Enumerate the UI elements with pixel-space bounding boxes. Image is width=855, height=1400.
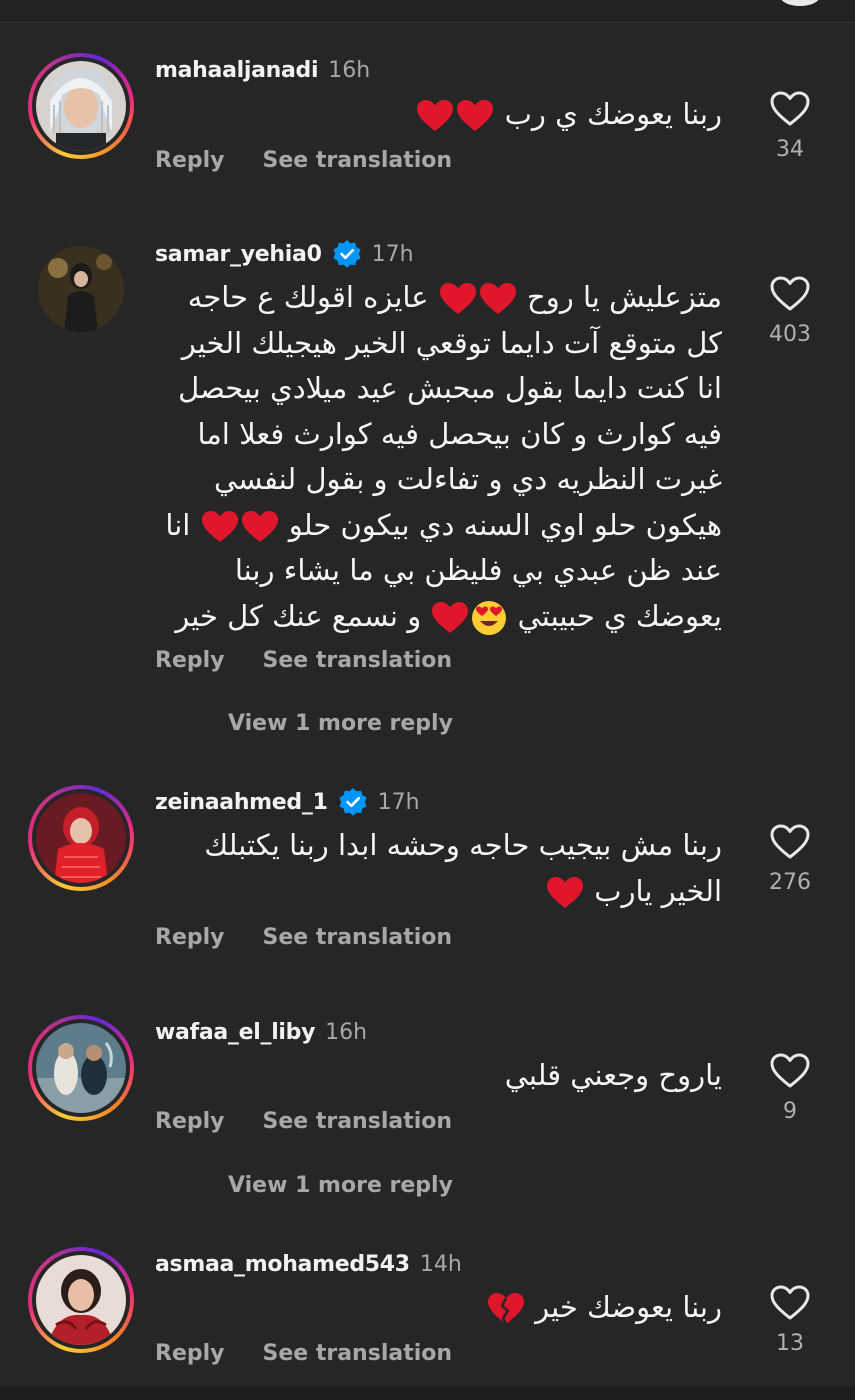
avatar-story-ring[interactable] xyxy=(28,1015,134,1121)
heart-outline-icon[interactable] xyxy=(770,1053,810,1089)
comment-timestamp: 16h xyxy=(328,57,371,83)
see-translation-button[interactable]: See translation xyxy=(263,1341,453,1366)
comment-timestamp: 17h xyxy=(371,241,414,267)
comment-username[interactable]: asmaa_mohamed543 xyxy=(155,1252,410,1277)
avatar[interactable] xyxy=(38,246,124,332)
heart-outline-icon[interactable] xyxy=(770,276,810,312)
avatar xyxy=(36,61,126,151)
heart-outline-icon[interactable] xyxy=(770,824,810,860)
heart-eyes-emoji-icon xyxy=(472,600,507,635)
see-translation-button[interactable]: See translation xyxy=(263,1109,453,1134)
view-more-replies-button[interactable]: View 1 more reply xyxy=(228,711,453,736)
red-heart-emoji-icon xyxy=(546,876,583,908)
verified-badge-icon xyxy=(332,240,361,268)
reply-button[interactable]: Reply xyxy=(155,1109,225,1134)
broken-heart-emoji-icon xyxy=(487,1293,524,1325)
see-translation-button[interactable]: See translation xyxy=(263,648,453,673)
like-count: 9 xyxy=(783,1099,797,1124)
reply-button[interactable]: Reply xyxy=(155,925,225,950)
avatar-story-ring[interactable] xyxy=(28,785,134,891)
comment-text: متزعليش يا روح عايزه اقولك ع حاجه كل متو… xyxy=(142,275,722,639)
comment-username[interactable]: samar_yehia0 xyxy=(155,242,322,267)
top-bar xyxy=(0,0,855,23)
avatar xyxy=(36,793,126,883)
heart-outline-icon[interactable] xyxy=(770,91,810,127)
bottom-edge xyxy=(0,1386,855,1400)
heart-outline-icon[interactable] xyxy=(770,1285,810,1321)
red-heart-emoji-icon xyxy=(432,601,469,633)
like-count: 34 xyxy=(776,137,804,162)
comment-timestamp: 14h xyxy=(419,1251,462,1277)
avatar xyxy=(36,1023,126,1113)
like-count: 276 xyxy=(769,870,811,895)
top-edge-glyph xyxy=(780,0,820,6)
red-heart-emoji-icon xyxy=(439,283,476,314)
view-more-replies-button[interactable]: View 1 more reply xyxy=(228,1173,453,1198)
comment-username[interactable]: zeinaahmed_1 xyxy=(155,790,328,815)
like-count: 403 xyxy=(769,322,811,347)
red-heart-emoji-icon xyxy=(241,510,278,542)
avatar-story-ring[interactable] xyxy=(28,53,134,159)
comment-username[interactable]: mahaaljanadi xyxy=(155,58,319,83)
red-heart-emoji-icon xyxy=(417,100,454,131)
verified-badge-icon xyxy=(338,788,367,816)
comment-text: ياروح وجعني قلبي xyxy=(504,1058,722,1092)
see-translation-button[interactable]: See translation xyxy=(263,148,453,173)
comment-timestamp: 16h xyxy=(325,1019,368,1045)
reply-button[interactable]: Reply xyxy=(155,1341,225,1366)
red-heart-emoji-icon xyxy=(201,510,238,542)
see-translation-button[interactable]: See translation xyxy=(263,925,453,950)
comment-username[interactable]: wafaa_el_liby xyxy=(155,1020,315,1045)
reply-button[interactable]: Reply xyxy=(155,648,225,673)
red-heart-emoji-icon xyxy=(479,283,516,314)
avatar-story-ring[interactable] xyxy=(28,1247,134,1353)
comment-text: ربنا يعوضك خير xyxy=(142,1285,722,1331)
comment-timestamp: 17h xyxy=(377,789,420,815)
reply-button[interactable]: Reply xyxy=(155,148,225,173)
red-heart-emoji-icon xyxy=(457,100,494,131)
comment-text: ربنا يعوضك ي رب xyxy=(142,92,722,138)
avatar xyxy=(36,1255,126,1345)
like-count: 13 xyxy=(776,1331,804,1356)
comment-text: ربنا مش بيجيب حاجه وحشه ابدا ربنا يكتبلك… xyxy=(204,828,722,908)
